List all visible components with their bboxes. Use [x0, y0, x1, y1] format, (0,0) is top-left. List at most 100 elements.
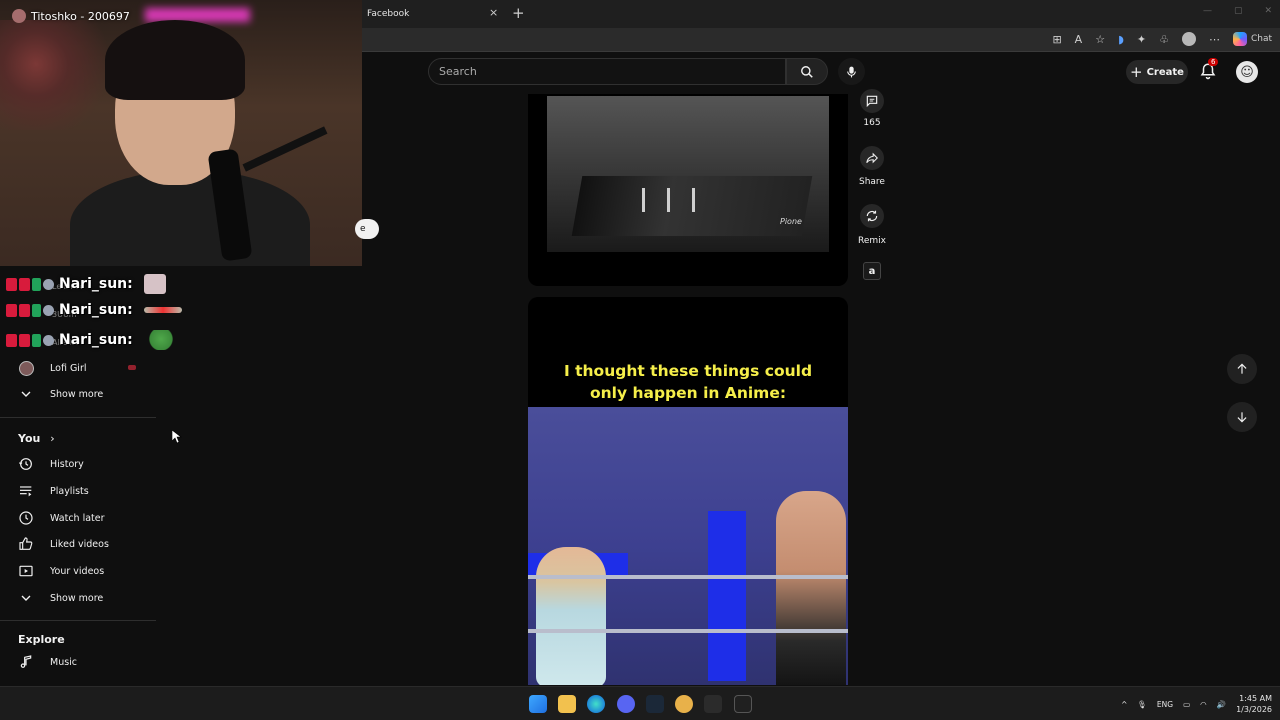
plus-icon: + [1130, 63, 1143, 81]
sidebar-item-history[interactable]: History [0, 452, 160, 476]
share-button[interactable] [860, 146, 884, 170]
chat-message: Nari_sun: [6, 302, 182, 318]
short-caption: I thought these things could only happen… [528, 360, 848, 404]
browser-tab-facebook[interactable]: Facebook [362, 0, 504, 28]
sidebar-item-liked-videos[interactable]: Liked videos [0, 532, 160, 556]
more-menu-icon[interactable]: ⋯ [1209, 33, 1220, 46]
close-window-icon[interactable]: ✕ [1264, 6, 1272, 16]
minimize-icon[interactable]: — [1203, 6, 1212, 16]
favorite-star-icon[interactable]: ☆ [1095, 33, 1105, 46]
hidden-pill-button[interactable]: e [355, 219, 379, 239]
remix-label: Remix [858, 236, 886, 246]
comments-count: 165 [863, 118, 881, 128]
subscriber-badge-icon [32, 277, 41, 291]
arena-banner [708, 511, 746, 681]
channel-avatar [19, 361, 34, 376]
comment-icon [866, 95, 878, 108]
sidebar-divider [0, 620, 156, 621]
sidebar-item-music[interactable]: Music [0, 650, 160, 674]
sidebar-explore-heading: Explore [18, 633, 65, 646]
maximize-icon[interactable]: ▢ [1234, 6, 1243, 16]
heart-badge-icon [19, 277, 30, 291]
sidebar-show-more-you[interactable]: Show more [0, 586, 160, 610]
gear-badge-icon [43, 334, 54, 346]
sidebar-show-more-subscriptions[interactable]: Show more [0, 382, 160, 406]
tab-close-icon[interactable]: × [489, 6, 498, 19]
previous-short-button[interactable] [1227, 354, 1257, 384]
browser-essentials-icon[interactable]: ♧ [1159, 33, 1169, 46]
ring-rope [528, 629, 848, 633]
remix-button[interactable] [860, 204, 884, 228]
sidebar-item-watch-later[interactable]: Watch later [0, 506, 160, 530]
volume-icon[interactable]: 🔊 [1217, 700, 1226, 709]
voice-search-button[interactable] [838, 58, 865, 85]
thumbs-up-icon [19, 537, 33, 550]
caption-line-2: only happen in Anime: [589, 384, 787, 402]
search-input[interactable]: Search [428, 58, 786, 85]
profile-avatar-icon[interactable] [1181, 32, 1196, 46]
read-aloud-icon[interactable]: A [1075, 33, 1083, 46]
caption-line-1: I thought these things could [563, 362, 813, 380]
next-short-button[interactable] [1227, 402, 1257, 432]
sidebar-item-label: Music [50, 656, 78, 668]
app-available-icon[interactable]: ⊞ [1052, 33, 1061, 46]
streamer-name: Titoshko - 200697 [31, 9, 130, 23]
chat-username: Nari_sun: [59, 332, 133, 348]
your-videos-icon [19, 565, 33, 577]
toolbar-icons: ⊞ A ☆ ◗ ✦ ♧ ⋯ Chat [1052, 32, 1272, 46]
clock[interactable]: 1:45 AM 1/3/2026 [1236, 693, 1272, 715]
mixer-fader [692, 188, 695, 212]
extensions-puzzle-icon[interactable]: ✦ [1137, 33, 1146, 46]
steam-icon[interactable] [646, 695, 664, 713]
emote-icon [143, 274, 166, 294]
sidebar-item-lofi-girl[interactable]: Lofi Girl [0, 356, 160, 380]
app-icon[interactable] [704, 695, 722, 713]
start-button[interactable] [529, 695, 547, 713]
webcam-person-body [70, 170, 310, 266]
new-tab-button[interactable]: + [512, 4, 525, 22]
sidebar-item-label: Show more [50, 388, 104, 400]
account-avatar[interactable]: ☺ [1236, 61, 1258, 83]
sidebar-item-playlists[interactable]: Playlists [0, 479, 160, 503]
badge-icon [6, 333, 17, 347]
copilot-chat-button[interactable]: Chat [1232, 32, 1272, 46]
language-indicator[interactable]: ENG [1157, 700, 1173, 709]
extension-icon[interactable]: ◗ [1118, 33, 1124, 46]
microphone-tray-icon[interactable]: 🎙 [1137, 700, 1147, 709]
chevron-up-icon[interactable]: ^ [1121, 700, 1127, 709]
sound-thumbnail-icon[interactable]: a [863, 262, 881, 280]
sidebar-item-label: History [50, 458, 84, 470]
edge-browser-icon[interactable] [587, 695, 605, 713]
wifi-icon[interactable]: ◠ [1200, 700, 1207, 709]
arrow-down-icon [1237, 412, 1247, 423]
pepe-emote-icon [143, 330, 178, 350]
short-video-wrestling[interactable]: I thought these things could only happen… [528, 297, 848, 685]
clock-time: 1:45 AM [1239, 694, 1272, 703]
remix-icon [866, 210, 878, 222]
comments-button[interactable] [860, 89, 884, 113]
mixer-brand-text: Pione [780, 217, 802, 226]
playlists-icon [20, 486, 32, 497]
sidebar-item-label: Liked videos [50, 538, 109, 550]
share-arrow-icon [866, 152, 878, 164]
notifications-button[interactable]: 6 [1199, 58, 1219, 82]
sidebar-divider [0, 417, 156, 418]
ring-rope [528, 575, 848, 579]
discord-icon[interactable] [617, 695, 635, 713]
windows-taskbar: ^ 🎙 ENG ▭ ◠ 🔊 1:45 AM 1/3/2026 [0, 686, 1280, 720]
system-tray: ^ 🎙 ENG ▭ ◠ 🔊 1:45 AM 1/3/2026 [1121, 687, 1280, 720]
gear-badge-icon [43, 304, 54, 316]
file-explorer-icon[interactable] [558, 695, 576, 713]
mixer-fader [642, 188, 645, 212]
search-button[interactable] [786, 58, 828, 85]
display-icon[interactable]: ▭ [1183, 700, 1190, 709]
you-heading-label: You [18, 432, 41, 445]
epic-games-icon[interactable] [734, 695, 752, 713]
create-button[interactable]: + Create [1126, 60, 1188, 84]
app-icon[interactable] [675, 695, 693, 713]
sidebar-you-heading[interactable]: You › [18, 432, 55, 445]
clock-icon [19, 511, 33, 525]
tab-title: Facebook [367, 9, 410, 19]
sidebar-item-your-videos[interactable]: Your videos [0, 559, 160, 583]
short-video-dj[interactable]: Pione [528, 94, 848, 286]
